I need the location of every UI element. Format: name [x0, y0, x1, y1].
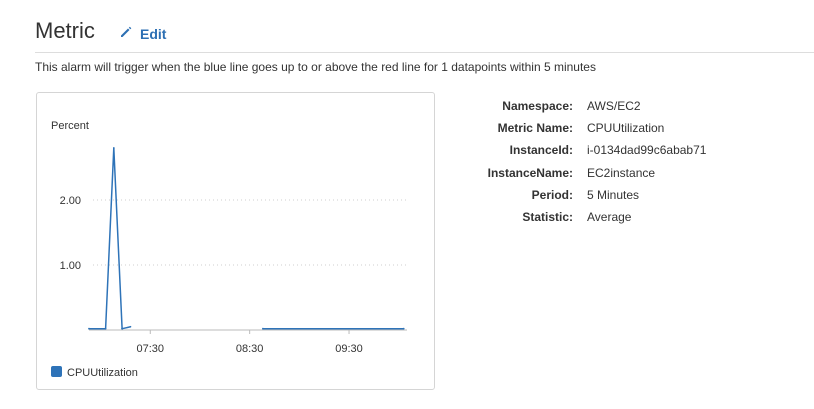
detail-value: 5 Minutes: [587, 187, 640, 202]
detail-label: Metric Name:: [497, 121, 573, 136]
detail-value: i-0134dad99c6abab71: [587, 143, 707, 158]
detail-row-metric-name: Metric Name: CPUUtilization: [455, 117, 706, 139]
detail-value: EC2instance: [587, 165, 656, 180]
detail-value: Average: [587, 210, 632, 225]
edit-button[interactable]: Edit: [119, 25, 166, 42]
chart-canvas: Percent 1.00 2.00 07:30 08:30 09:30 CPUUtiliza…: [51, 120, 407, 379]
data-point: [112, 147, 115, 149]
y-axis-label: Percent: [51, 120, 89, 132]
alarm-description: This alarm will trigger when the blue li…: [35, 60, 596, 74]
metric-chart: Percent 1.00 2.00 07:30 08:30 09:30 CPUUtiliza…: [36, 92, 435, 390]
x-tick-label: 08:30: [236, 343, 264, 355]
edit-label: Edit: [140, 25, 167, 42]
data-point: [262, 327, 264, 330]
data-point: [121, 327, 124, 330]
detail-row-namespace: Namespace: AWS/EC2: [455, 95, 706, 117]
detail-row-statistic: Statistic: Average: [455, 206, 706, 228]
detail-label: Statistic:: [522, 210, 573, 225]
x-tick-label: 07:30: [137, 343, 165, 355]
detail-value: CPUUtilization: [587, 121, 665, 136]
detail-label: InstanceName:: [487, 165, 573, 180]
y-tick-label: 1.00: [60, 260, 81, 272]
x-tick-label: 09:30: [335, 343, 363, 355]
pencil-icon: [119, 25, 140, 42]
legend-label: CPUUtilization: [67, 367, 138, 379]
data-point: [129, 325, 132, 328]
page-title: Metric: [35, 18, 95, 43]
detail-row-instance-name: InstanceName: EC2instance: [455, 162, 706, 184]
series-line: [89, 147, 123, 330]
metric-details: Namespace: AWS/EC2 Metric Name: CPUUtili…: [455, 95, 707, 228]
series-line: [121, 326, 131, 330]
data-point: [104, 327, 107, 330]
data-point: [88, 327, 90, 330]
data-point: [402, 327, 405, 330]
detail-row-period: Period: 5 Minutes: [455, 184, 706, 206]
detail-label: Namespace:: [502, 99, 573, 114]
detail-label: Period:: [531, 187, 573, 202]
detail-row-instance-id: InstanceId: i-0134dad99c6abab71: [455, 139, 707, 161]
metric-header: Metric Edit: [35, 14, 814, 53]
detail-label: InstanceId:: [509, 143, 573, 158]
detail-value: AWS/EC2: [587, 99, 641, 114]
legend-swatch: [51, 366, 62, 377]
y-tick-label: 2.00: [60, 195, 81, 207]
